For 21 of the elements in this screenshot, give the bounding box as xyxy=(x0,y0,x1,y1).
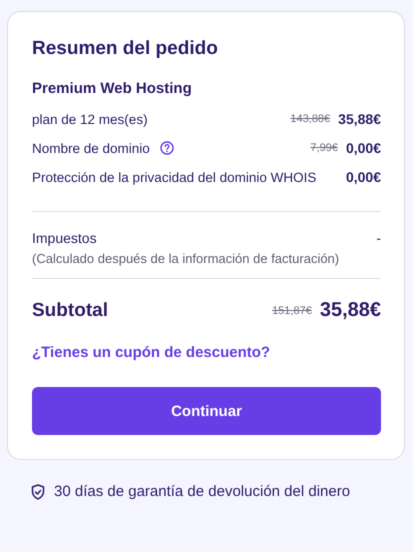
taxes-note: (Calculado después de la información de facturación) xyxy=(32,251,340,266)
old-price: 151,87€ xyxy=(272,304,312,316)
item-price: 0,00€ xyxy=(346,169,381,185)
old-price: 143,88€ xyxy=(290,113,330,125)
item-price: 0,00€ xyxy=(346,140,381,156)
summary-title: Resumen del pedido xyxy=(32,38,219,60)
product-name: Premium Web Hosting xyxy=(32,80,193,97)
subtotal-price: 35,88€ xyxy=(320,299,381,322)
guarantee-text: 30 días de garantía de devolución del dinero xyxy=(54,483,350,500)
continue-button[interactable]: Continuar xyxy=(32,387,381,435)
item-label: Nombre de dominio xyxy=(32,140,150,156)
shield-check-icon xyxy=(31,484,45,500)
taxes-label: Impuestos xyxy=(32,230,97,246)
old-price: 7,99€ xyxy=(310,142,338,154)
help-icon[interactable] xyxy=(160,141,174,155)
item-label: Protección de la privacidad del dominio WHOIS xyxy=(32,170,316,184)
taxes-value: - xyxy=(376,230,381,246)
item-price: 35,88€ xyxy=(338,111,381,127)
subtotal-label: Subtotal xyxy=(32,300,108,322)
item-label: plan de 12 mes(es) xyxy=(32,112,148,126)
coupon-link[interactable]: ¿Tienes un cupón de descuento? xyxy=(32,344,270,361)
